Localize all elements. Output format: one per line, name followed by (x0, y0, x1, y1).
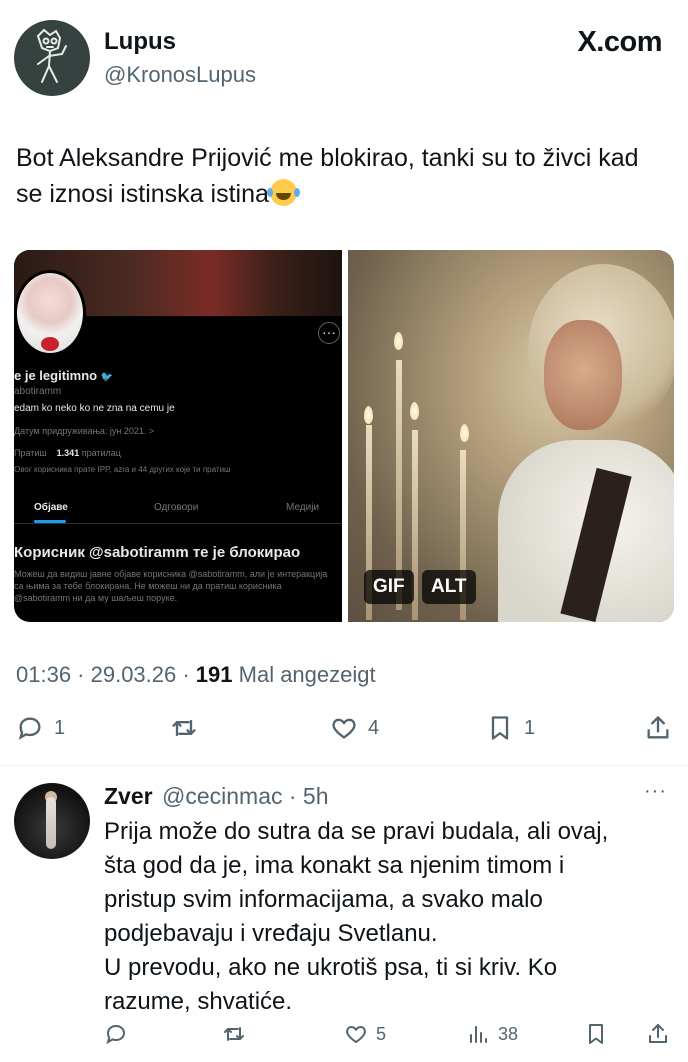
x-logo[interactable]: X.com (577, 26, 662, 59)
reply-author-name[interactable]: Zver (104, 783, 153, 810)
profile-mutuals: Овог корисника прате IPP, azra и 44 друг… (14, 465, 231, 474)
tab-replies: Одговори (154, 502, 199, 513)
reply-text-line: pristup svim informacijama, a svako malo (104, 886, 543, 913)
reply-text-line: razume, shvatiće. (104, 988, 293, 1015)
reply-share-button[interactable] (646, 1022, 670, 1046)
blocked-text: Можеш да видиш јавне објаве корисника @s… (14, 569, 328, 603)
tab-media: Медији (286, 502, 320, 513)
author-handle[interactable]: @KronosLupus (104, 62, 256, 88)
reply-text-line: U prevodu, ako ne ukrotiš psa, ti si kri… (104, 954, 558, 981)
reply-like-button[interactable]: 5 (344, 1022, 386, 1046)
tweet-time[interactable]: 01:36 · 29.03.26 · (16, 662, 196, 687)
profile-handle: abotiramm (14, 386, 62, 397)
candle-flame (460, 424, 469, 442)
reply-retweet-button[interactable] (222, 1022, 246, 1046)
reply-icon (106, 1024, 126, 1045)
views-count: 191 (195, 662, 233, 687)
heart-icon (346, 1025, 366, 1044)
alt-badge[interactable]: ALT (422, 570, 476, 604)
gif-badge[interactable]: GIF (364, 570, 414, 604)
face-shape (544, 320, 622, 430)
reply-author-handle[interactable]: @cecinmac · 5h (162, 783, 329, 810)
candle-flame (364, 406, 373, 424)
tweet-text-content: Bot Aleksandre Prijović me blokirao, tan… (16, 144, 639, 208)
active-tab-indicator (34, 520, 66, 523)
profile-display-name: e je legitimno 🐦 (14, 368, 113, 383)
following-label: Пратиш (14, 448, 47, 458)
divider (0, 765, 688, 766)
lips-shape (41, 337, 59, 351)
retweet-button[interactable] (170, 714, 208, 742)
like-count: 4 (368, 716, 380, 739)
profile-tabs: Објаве Одговори Медији (14, 496, 342, 524)
share-icon (649, 1024, 667, 1043)
share-button[interactable] (644, 714, 672, 742)
profile-name-text: e je legitimno (14, 368, 98, 383)
media-grid: ··· e je legitimno 🐦 abotiramm edam ko n… (14, 250, 674, 622)
bookmark-button[interactable]: 1 (486, 714, 535, 742)
retweet-icon (172, 719, 196, 737)
author-name[interactable]: Lupus (104, 28, 176, 56)
more-options-icon: ··· (318, 322, 340, 344)
heart-icon (332, 718, 356, 739)
tab-posts: Објаве (34, 502, 68, 513)
followers-count: 1.341 (56, 448, 80, 458)
views-label: Mal angezeigt (232, 662, 376, 687)
bookmark-icon (491, 716, 509, 740)
gif-image[interactable]: GIF ALT (348, 250, 674, 622)
candle-flame (394, 332, 403, 350)
reply-text-line: šta god da je, ima konakt sa njenim timo… (104, 852, 565, 879)
face-with-tears-of-joy-icon (266, 179, 297, 206)
views-chart-icon (470, 1026, 487, 1043)
bookmark-count: 1 (524, 716, 536, 739)
reply-icon (18, 717, 41, 740)
reply-more-icon[interactable]: ··· (644, 780, 667, 803)
profile-follow-stats: Пратиш 1.341 пратилац (14, 448, 121, 458)
reply-text: Prija može do sutra da se pravi budala, … (104, 815, 674, 1019)
reply-button[interactable]: 1 (16, 714, 65, 742)
profile-joined: Датум придруживања: јун 2021. > (14, 426, 155, 436)
reply-views-button[interactable]: 38 (466, 1022, 518, 1046)
retweet-icon (224, 1027, 244, 1041)
reply-views-count: 38 (498, 1023, 519, 1044)
avatar-figure-body (46, 797, 56, 849)
followers-label: пратилац (81, 448, 121, 458)
reply-reply-button[interactable] (104, 1022, 128, 1046)
reply-text-line: Prija može do sutra da se pravi budala, … (104, 818, 609, 845)
reply-text-line: podjebavaju i vređaju Svetlanu. (104, 920, 438, 947)
reply-author-avatar[interactable] (14, 783, 90, 859)
tweet-header: Lupus @KronosLupus X.com (14, 18, 674, 98)
like-button[interactable]: 4 (330, 714, 379, 742)
reply-count: 1 (54, 716, 66, 739)
bookmark-icon (589, 1024, 603, 1044)
author-avatar[interactable] (14, 20, 90, 96)
profile-screenshot-image[interactable]: ··· e je legitimno 🐦 abotiramm edam ko n… (14, 250, 342, 622)
candle-flame (410, 402, 419, 420)
reply-bookmark-button[interactable] (584, 1022, 608, 1046)
reply-like-count: 5 (376, 1023, 387, 1044)
wolf-sketch-icon (36, 28, 67, 83)
share-icon (647, 716, 669, 739)
tweet-meta: 01:36 · 29.03.26 · 191 Mal angezeigt (16, 662, 376, 688)
tweet-text: Bot Aleksandre Prijović me blokirao, tan… (16, 140, 666, 212)
blocked-title: Корисник @sabotiramm те је блокирао (14, 544, 301, 561)
x-bird-icon: 🐦 (100, 372, 114, 383)
profile-picture (14, 270, 86, 356)
profile-bio: edam ko neko ko ne zna na cemu je (14, 403, 175, 414)
